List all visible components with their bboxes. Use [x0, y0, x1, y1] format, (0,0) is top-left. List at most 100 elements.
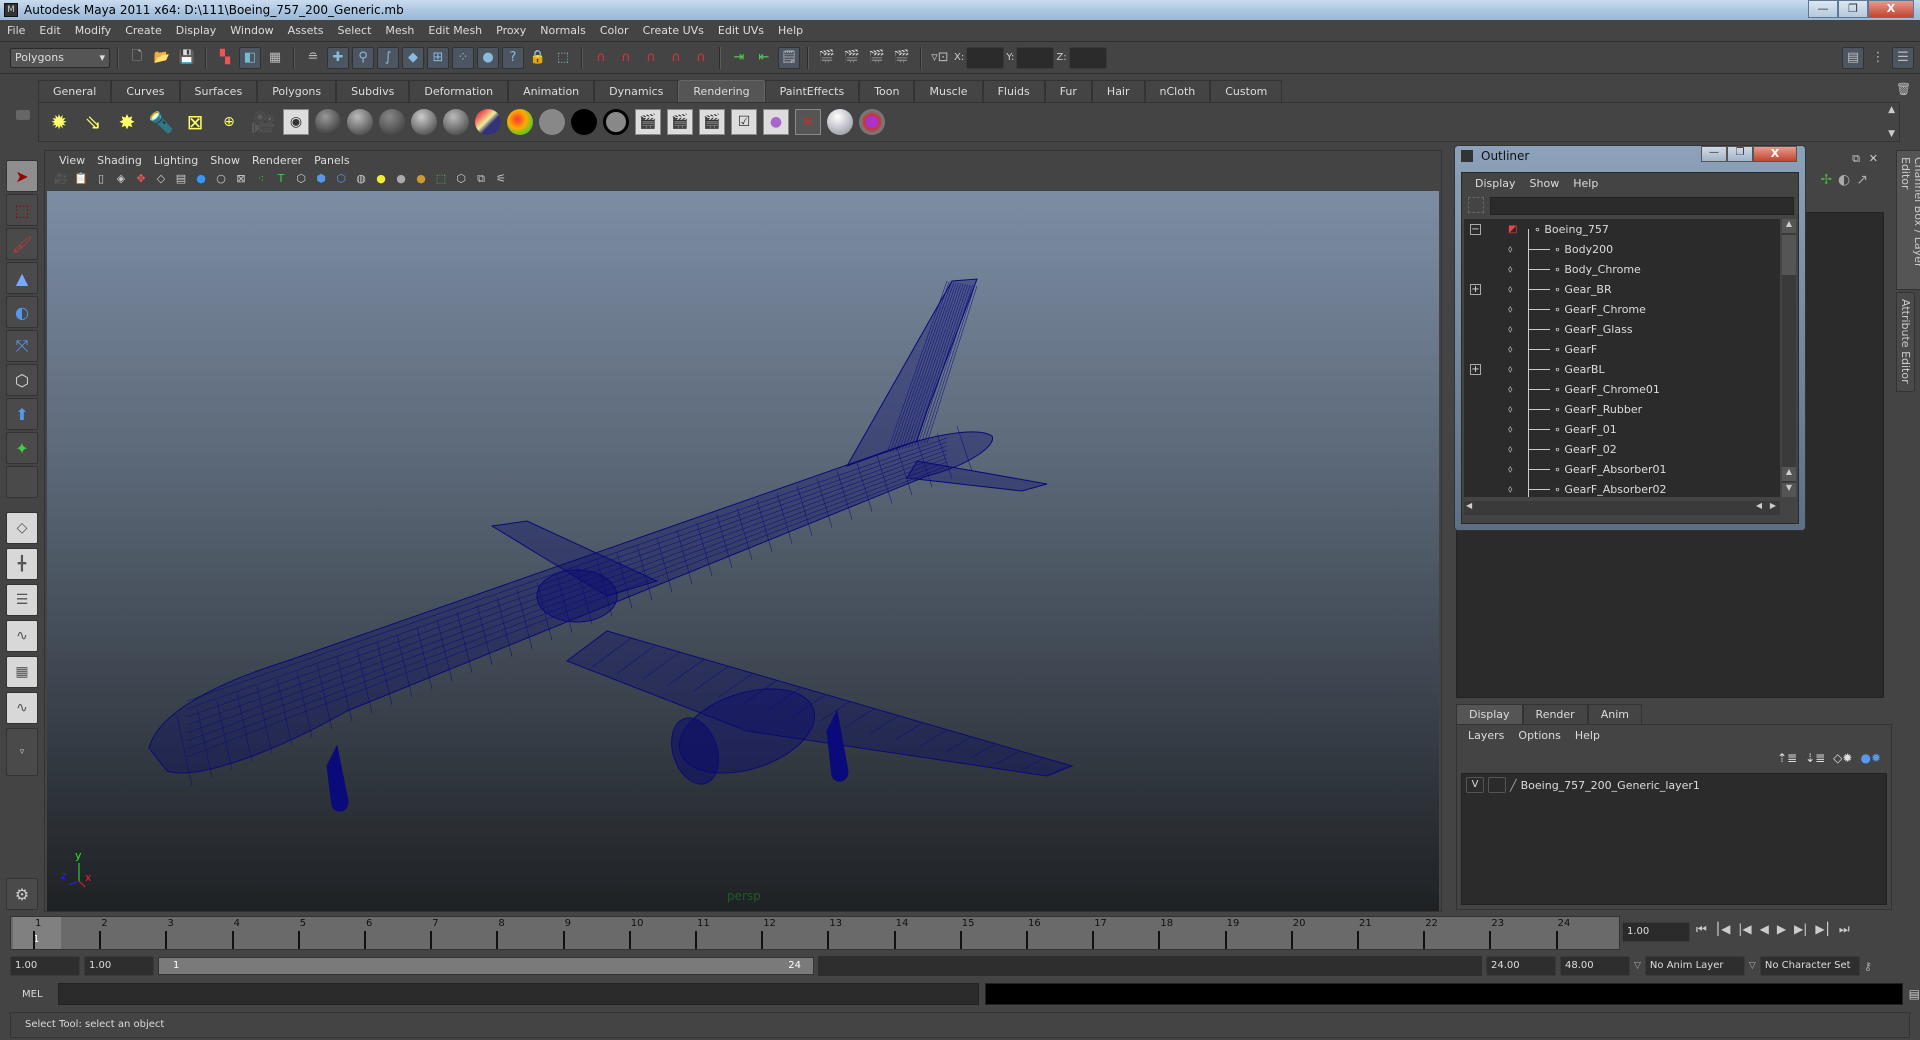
outliner-item[interactable]: ⬨ ∘ GearF_01: [1464, 419, 1780, 439]
shelf-tab-polygons[interactable]: Polygons: [257, 80, 337, 102]
outliner-menu-help[interactable]: Help: [1566, 177, 1605, 190]
outliner-horizontal-scrollbar[interactable]: ◀ ◀ ▶: [1464, 501, 1780, 515]
create-layer-from-selected-icon[interactable]: ●✹: [1860, 751, 1881, 765]
selection-mask-icon[interactable]: ≘: [302, 47, 324, 69]
outliner-close-button[interactable]: X: [1753, 146, 1797, 162]
float-panel-icon[interactable]: ⧉: [1852, 152, 1860, 166]
restore-button[interactable]: ❐: [1838, 0, 1868, 18]
manipulator-icon[interactable]: ✢: [1820, 172, 1832, 188]
outliner-item[interactable]: + ⬨ ∘ GearBL: [1464, 359, 1780, 379]
persp-outliner-layout-icon[interactable]: ☰: [6, 584, 38, 616]
layer-tab-anim[interactable]: Anim: [1587, 704, 1642, 724]
shelf-tab-animation[interactable]: Animation: [508, 80, 595, 102]
go-to-end-icon[interactable]: ⏭: [1839, 922, 1850, 937]
shelf-tab-subdivs[interactable]: Subdivs: [336, 80, 410, 102]
assign-material-icon[interactable]: [827, 109, 853, 135]
vp-menu-view[interactable]: View: [53, 154, 91, 167]
menu-create[interactable]: Create: [118, 24, 169, 37]
move-layer-up-icon[interactable]: ⇡≣: [1777, 751, 1797, 765]
select-object-icon[interactable]: ◧: [239, 46, 261, 69]
character-set-field[interactable]: No Character Set: [1759, 956, 1860, 976]
highlight-selection-icon[interactable]: ⬚: [552, 47, 574, 69]
last-tool-slot[interactable]: [6, 466, 38, 498]
snap-curve-icon[interactable]: ∩: [615, 47, 637, 69]
shelf-tab-painteffects[interactable]: PaintEffects: [764, 80, 860, 102]
select-handles-icon[interactable]: ✚: [327, 46, 349, 69]
shelf-tab-fur[interactable]: Fur: [1044, 80, 1092, 102]
phong-shader-icon[interactable]: [411, 109, 437, 135]
field-chart-icon[interactable]: ⊠: [233, 171, 249, 187]
layer-row[interactable]: V ╱ Boeing_757_200_Generic_layer1: [1462, 774, 1886, 796]
auto-key-icon[interactable]: ⚷: [1864, 960, 1872, 973]
script-editor-icon[interactable]: ▤: [1909, 987, 1920, 1001]
scroll-thumb[interactable]: [1782, 235, 1796, 275]
layer-menu-help[interactable]: Help: [1568, 729, 1607, 742]
shelf-scroll-up-icon[interactable]: ▲: [1888, 105, 1895, 115]
outliner-item[interactable]: ⬨ ∘ GearF_Chrome01: [1464, 379, 1780, 399]
step-back-frame-icon[interactable]: |◀: [1738, 922, 1751, 937]
close-button[interactable]: X: [1868, 0, 1914, 18]
phonge-shader-icon[interactable]: [443, 109, 469, 135]
shelf-tab-fluids[interactable]: Fluids: [982, 80, 1045, 102]
open-scene-icon[interactable]: 📂: [151, 47, 173, 69]
use-background-icon[interactable]: [571, 109, 597, 135]
select-camera-icon[interactable]: 🎥: [53, 171, 69, 187]
vp-menu-show[interactable]: Show: [204, 154, 246, 167]
layered-shader-icon[interactable]: [475, 109, 501, 135]
shelf-tab-general[interactable]: General: [38, 80, 112, 102]
y-field[interactable]: [1016, 46, 1055, 69]
move-tool-icon[interactable]: ▲: [6, 262, 38, 294]
shelf-tab-hair[interactable]: Hair: [1091, 80, 1145, 102]
directional-light-icon[interactable]: ⇘: [79, 108, 107, 136]
shelf-tab-muscle[interactable]: Muscle: [914, 80, 983, 102]
remove-material-icon[interactable]: ✕: [795, 109, 821, 135]
shading-map-icon[interactable]: [603, 109, 629, 135]
render-current-frame-icon[interactable]: 🎬: [841, 47, 863, 69]
outliner-menu-display[interactable]: Display: [1468, 177, 1523, 190]
menu-modify[interactable]: Modify: [68, 24, 118, 37]
menu-edit-uvs[interactable]: Edit UVs: [711, 24, 771, 37]
shelf-tab-toon[interactable]: Toon: [859, 80, 915, 102]
anim-layer-dropdown-icon[interactable]: ▽: [1634, 961, 1641, 971]
render-view-icon[interactable]: ◉: [283, 109, 309, 135]
menu-window[interactable]: Window: [223, 24, 280, 37]
select-surfaces-icon[interactable]: ◆: [402, 46, 424, 69]
blinn-shader-icon[interactable]: [347, 109, 373, 135]
batch-render-icon[interactable]: 🎬: [699, 109, 725, 135]
four-view-layout-icon[interactable]: ╋: [6, 548, 38, 580]
persp-graph-hypergraph-layout-icon[interactable]: ∿: [6, 692, 38, 724]
isolate-select-icon[interactable]: ⬚: [433, 171, 449, 187]
spot-light-icon[interactable]: 🔦: [147, 108, 175, 136]
render-frame-icon[interactable]: 🎬: [635, 109, 661, 135]
shelf-tab-dynamics[interactable]: Dynamics: [594, 80, 679, 102]
manipulator-tool-icon[interactable]: ⬡: [6, 364, 38, 396]
high-quality-icon[interactable]: ⚟: [493, 171, 509, 187]
playback-end-field[interactable]: 24.00: [1486, 956, 1556, 976]
layer-tab-render[interactable]: Render: [1522, 704, 1588, 724]
tab-channel-box-layer-editor[interactable]: Channel Box / Layer Editor: [1896, 150, 1920, 290]
vp-menu-shading[interactable]: Shading: [91, 154, 148, 167]
outliner-filter-input[interactable]: [1490, 197, 1794, 215]
menu-select[interactable]: Select: [330, 24, 378, 37]
start-time-field[interactable]: 1.00: [10, 956, 80, 976]
safe-title-icon[interactable]: T: [273, 171, 289, 187]
layer-visibility-toggle[interactable]: V: [1466, 777, 1484, 793]
select-dynamics-icon[interactable]: ⁘: [452, 46, 474, 69]
construction-history-icon[interactable]: 🗒: [778, 46, 800, 69]
expand-icon[interactable]: +: [1470, 363, 1481, 375]
shelf-tab-custom[interactable]: Custom: [1210, 80, 1283, 102]
make-live-icon[interactable]: ∩: [690, 47, 712, 69]
end-time-field[interactable]: 48.00: [1560, 956, 1630, 976]
camera-icon[interactable]: 🎥: [249, 108, 277, 136]
tool-settings-toggle-icon[interactable]: ⋮: [1867, 47, 1889, 69]
wireframe-on-shaded-icon[interactable]: ⬡: [333, 171, 349, 187]
outliner-item[interactable]: ⬨ ∘ GearF_02: [1464, 439, 1780, 459]
expand-icon[interactable]: +: [1470, 283, 1481, 295]
render-view-icon[interactable]: 🎬: [816, 47, 838, 69]
scroll-up-icon[interactable]: ▲: [1782, 219, 1796, 233]
smooth-shade-icon[interactable]: ⬢: [313, 171, 329, 187]
channel-box-toggle-icon[interactable]: ☰: [1892, 46, 1914, 69]
layer-color-swatch[interactable]: ╱: [1510, 779, 1517, 792]
select-component-icon[interactable]: ▦: [264, 47, 286, 69]
film-gate-icon[interactable]: ▤: [173, 171, 189, 187]
